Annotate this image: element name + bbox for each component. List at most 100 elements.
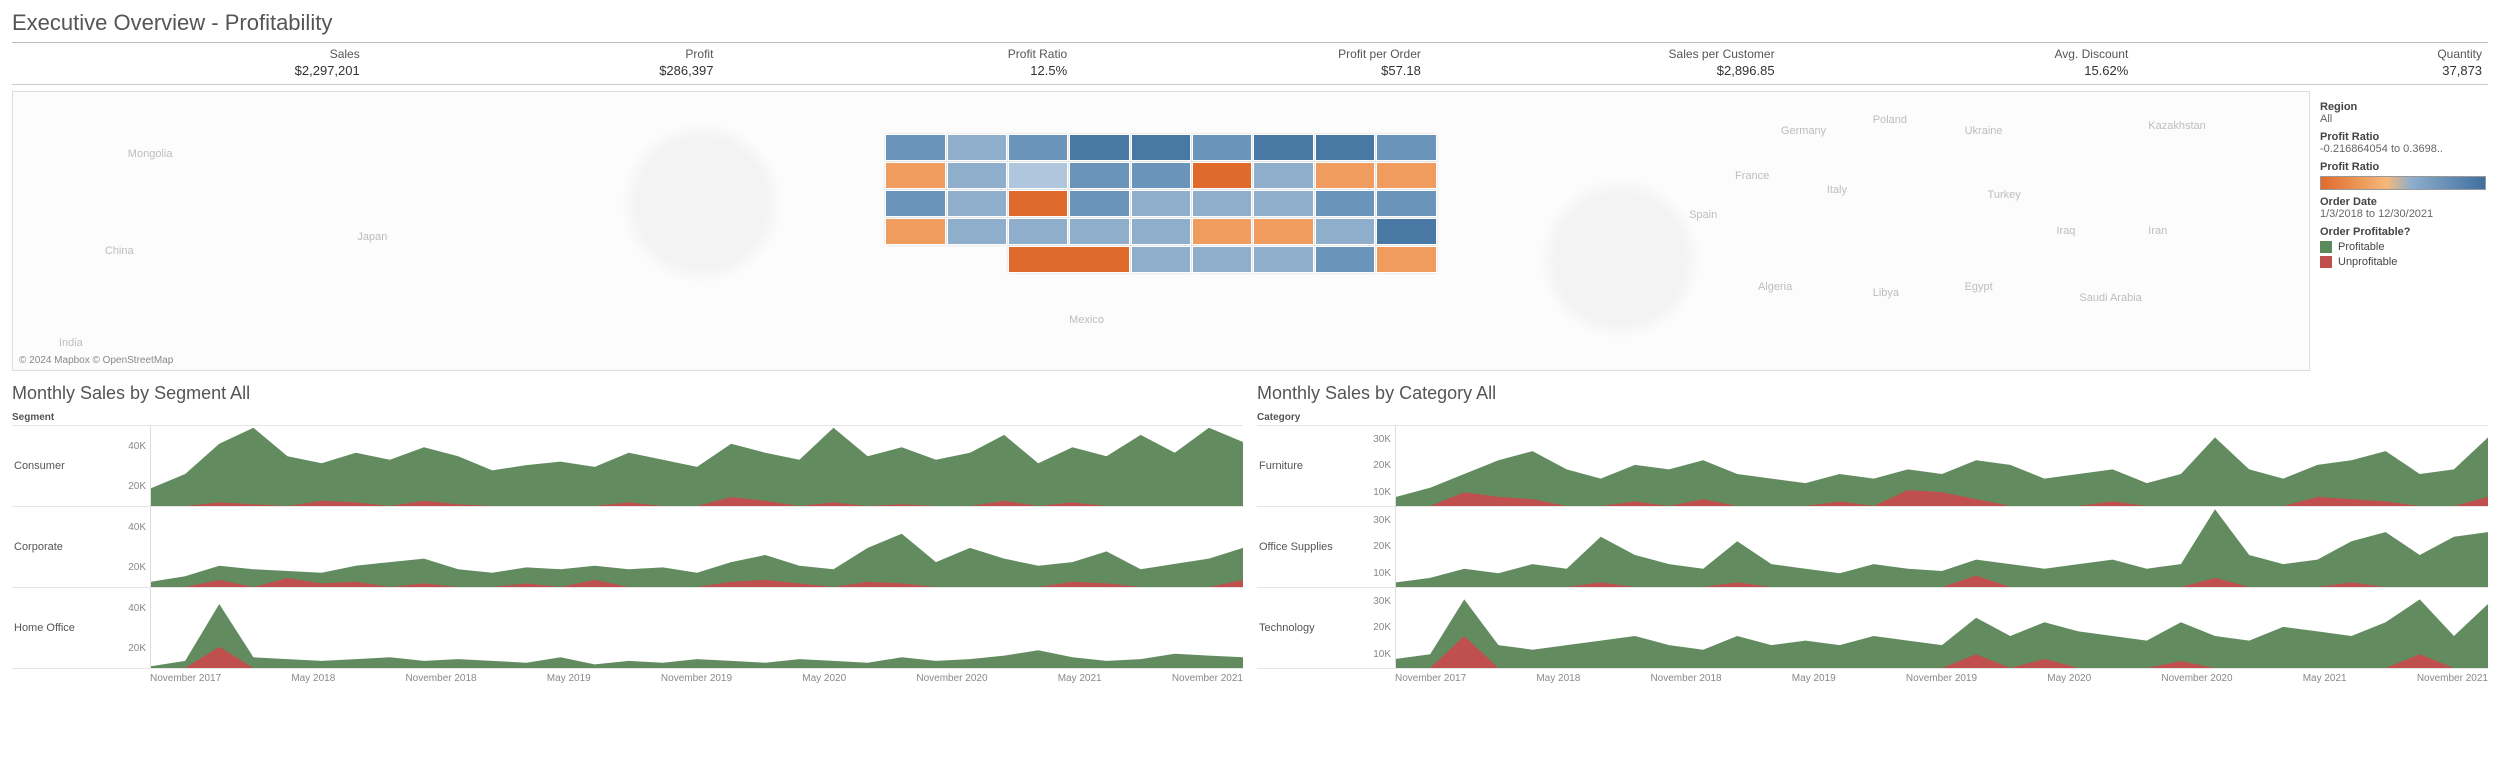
state-in[interactable]	[1253, 162, 1313, 189]
map-bg-label: Japan	[357, 231, 387, 243]
state-il[interactable]	[1192, 162, 1252, 189]
state-pa[interactable]	[1376, 162, 1436, 189]
area-chart[interactable]	[150, 507, 1243, 587]
state-ne[interactable]	[1069, 190, 1129, 217]
legend-item-unprofitable[interactable]: Unprofitable	[2320, 256, 2486, 268]
state-ga[interactable]	[1315, 246, 1375, 273]
state-oh[interactable]	[1315, 162, 1375, 189]
area-chart[interactable]	[1395, 507, 2488, 587]
x-tick: May 2020	[2047, 673, 2091, 684]
y-axis-ticks: 40K20K	[112, 588, 150, 668]
facet-row[interactable]: Corporate40K20K	[12, 506, 1243, 587]
legend-item-profitable[interactable]: Profitable	[2320, 241, 2486, 253]
state-ia[interactable]	[1131, 162, 1191, 189]
dashboard: Executive Overview - Profitability Sales…	[0, 0, 2500, 694]
state-wv[interactable]	[1253, 190, 1313, 217]
category-charts: Monthly Sales by Category All Category F…	[1257, 383, 2488, 684]
y-axis-ticks: 30K20K10K	[1357, 507, 1395, 587]
state-ca[interactable]	[885, 190, 945, 217]
kpi-value: $2,896.85	[1433, 63, 1775, 78]
order-date-filter-value[interactable]: 1/3/2018 to 12/30/2021	[2320, 208, 2486, 220]
area-chart[interactable]	[1395, 588, 2488, 668]
profit-ratio-color-label: Profit Ratio	[2320, 161, 2486, 173]
y-axis-ticks: 30K20K10K	[1357, 426, 1395, 506]
x-tick: November 2017	[1395, 673, 1466, 684]
state-de[interactable]	[1376, 218, 1436, 245]
x-tick: November 2018	[405, 673, 476, 684]
map-bg-label: Algeria	[1758, 281, 1792, 293]
kpi-profit[interactable]: Profit $286,397	[366, 47, 720, 78]
state-nm[interactable]	[947, 218, 1007, 245]
kpi-avg-discount[interactable]: Avg. Discount 15.62%	[1781, 47, 2135, 78]
state-nc[interactable]	[1253, 218, 1313, 245]
area-chart[interactable]	[1395, 426, 2488, 506]
us-states-grid	[885, 134, 1436, 301]
kpi-profit-ratio[interactable]: Profit Ratio 12.5%	[719, 47, 1073, 78]
state-ok[interactable]	[1069, 218, 1129, 245]
state-az[interactable]	[885, 218, 945, 245]
kpi-sales-per-customer[interactable]: Sales per Customer $2,896.85	[1427, 47, 1781, 78]
state-mn[interactable]	[1131, 134, 1191, 161]
facet-row[interactable]: Consumer40K20K	[12, 425, 1243, 506]
x-tick: November 2019	[1906, 673, 1977, 684]
facet-row[interactable]: Home Office40K20K	[12, 587, 1243, 669]
x-tick: November 2021	[2417, 673, 2488, 684]
state-ar[interactable]	[1131, 218, 1191, 245]
state-mt[interactable]	[1008, 134, 1068, 161]
state-ms[interactable]	[1192, 246, 1252, 273]
map-bg-label: Iran	[2148, 225, 2167, 237]
state-mi[interactable]	[1253, 134, 1313, 161]
kpi-label: Profit per Order	[1079, 47, 1421, 61]
profit-ratio-map[interactable]: Mongolia China Japan India Mexico German…	[12, 91, 2310, 371]
area-chart[interactable]	[150, 426, 1243, 506]
region-filter-value[interactable]: All	[2320, 113, 2486, 125]
legend-text: Unprofitable	[2338, 256, 2397, 268]
state-tx[interactable]	[1008, 246, 1130, 273]
state-al[interactable]	[1253, 246, 1313, 273]
state-wa[interactable]	[885, 134, 945, 161]
state-ut[interactable]	[947, 190, 1007, 217]
area-chart[interactable]	[150, 588, 1243, 668]
kpi-quantity[interactable]: Quantity 37,873	[2134, 47, 2488, 78]
facet-label: Corporate	[12, 507, 112, 587]
map-bg-label: Iraq	[2056, 225, 2075, 237]
state-md[interactable]	[1376, 190, 1436, 217]
facet-row[interactable]: Technology30K20K10K	[1257, 587, 2488, 669]
state-ky[interactable]	[1192, 190, 1252, 217]
state-fl[interactable]	[1376, 246, 1436, 273]
state-nd[interactable]	[1069, 134, 1129, 161]
facet-row[interactable]: Furniture30K20K10K	[1257, 425, 2488, 506]
state-ny[interactable]	[1315, 134, 1375, 161]
profit-ratio-filter-value[interactable]: -0.216864054 to 0.3698..	[2320, 143, 2486, 155]
state-tn[interactable]	[1192, 218, 1252, 245]
state-me[interactable]	[1376, 134, 1436, 161]
state-id[interactable]	[947, 134, 1007, 161]
state-co[interactable]	[1008, 190, 1068, 217]
state-nv[interactable]	[947, 162, 1007, 189]
state-wi[interactable]	[1192, 134, 1252, 161]
state-sc[interactable]	[1315, 218, 1375, 245]
state-va[interactable]	[1315, 190, 1375, 217]
category-chart-title: Monthly Sales by Category All	[1257, 383, 2488, 404]
state-la[interactable]	[1131, 246, 1191, 273]
map-bg-label: Kazakhstan	[2148, 120, 2205, 132]
state-sd[interactable]	[1069, 162, 1129, 189]
facet-label: Technology	[1257, 588, 1357, 668]
state-wy[interactable]	[1008, 162, 1068, 189]
color-legend-gradient[interactable]	[2320, 176, 2486, 190]
state-mo[interactable]	[1131, 190, 1191, 217]
x-tick: November 2018	[1650, 673, 1721, 684]
x-tick: November 2019	[661, 673, 732, 684]
kpi-bar: Sales $2,297,201 Profit $286,397 Profit …	[12, 42, 2488, 85]
state-or[interactable]	[885, 162, 945, 189]
kpi-profit-per-order[interactable]: Profit per Order $57.18	[1073, 47, 1427, 78]
map-bg-label: Mongolia	[128, 148, 173, 160]
kpi-value: $2,297,201	[18, 63, 360, 78]
state-ks[interactable]	[1008, 218, 1068, 245]
kpi-sales[interactable]: Sales $2,297,201	[12, 47, 366, 78]
facet-header: Category	[1257, 410, 2488, 425]
facet-row[interactable]: Office Supplies30K20K10K	[1257, 506, 2488, 587]
x-tick: May 2020	[802, 673, 846, 684]
legend-panel: Region All Profit Ratio -0.216864054 to …	[2318, 91, 2488, 371]
kpi-value: 12.5%	[725, 63, 1067, 78]
